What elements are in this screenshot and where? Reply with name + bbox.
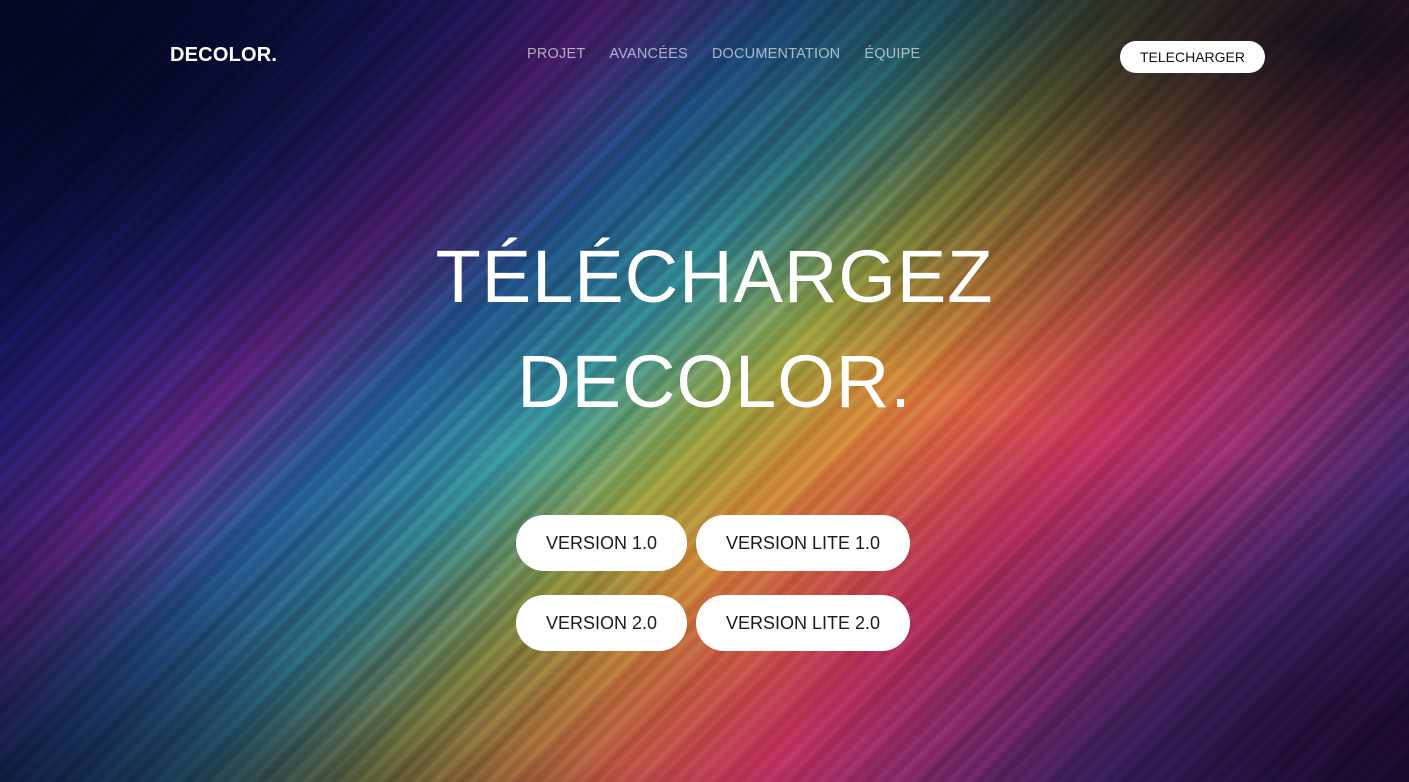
nav-links: PROJET AVANCÉES DOCUMENTATION ÉQUIPE — [527, 46, 920, 62]
telecharger-button[interactable]: TELECHARGER — [1120, 41, 1265, 73]
version-lite-2-0-button[interactable]: VERSION LITE 2.0 — [696, 595, 910, 651]
version-2-0-button[interactable]: VERSION 2.0 — [516, 595, 687, 651]
hero-title-line-1: TÉLÉCHARGEZ — [435, 235, 994, 318]
nav-link-documentation[interactable]: DOCUMENTATION — [712, 46, 841, 62]
version-lite-1-0-button[interactable]: VERSION LITE 1.0 — [696, 515, 910, 571]
nav-link-equipe[interactable]: ÉQUIPE — [864, 46, 920, 62]
hero-title-line-2: DECOLOR. — [517, 340, 912, 423]
navbar: DECOLOR. PROJET AVANCÉES DOCUMENTATION É… — [0, 0, 1409, 110]
nav-link-projet[interactable]: PROJET — [527, 46, 585, 62]
logo[interactable]: DECOLOR. — [170, 44, 277, 67]
version-1-0-button[interactable]: VERSION 1.0 — [516, 515, 687, 571]
nav-link-avancees[interactable]: AVANCÉES — [609, 46, 687, 62]
